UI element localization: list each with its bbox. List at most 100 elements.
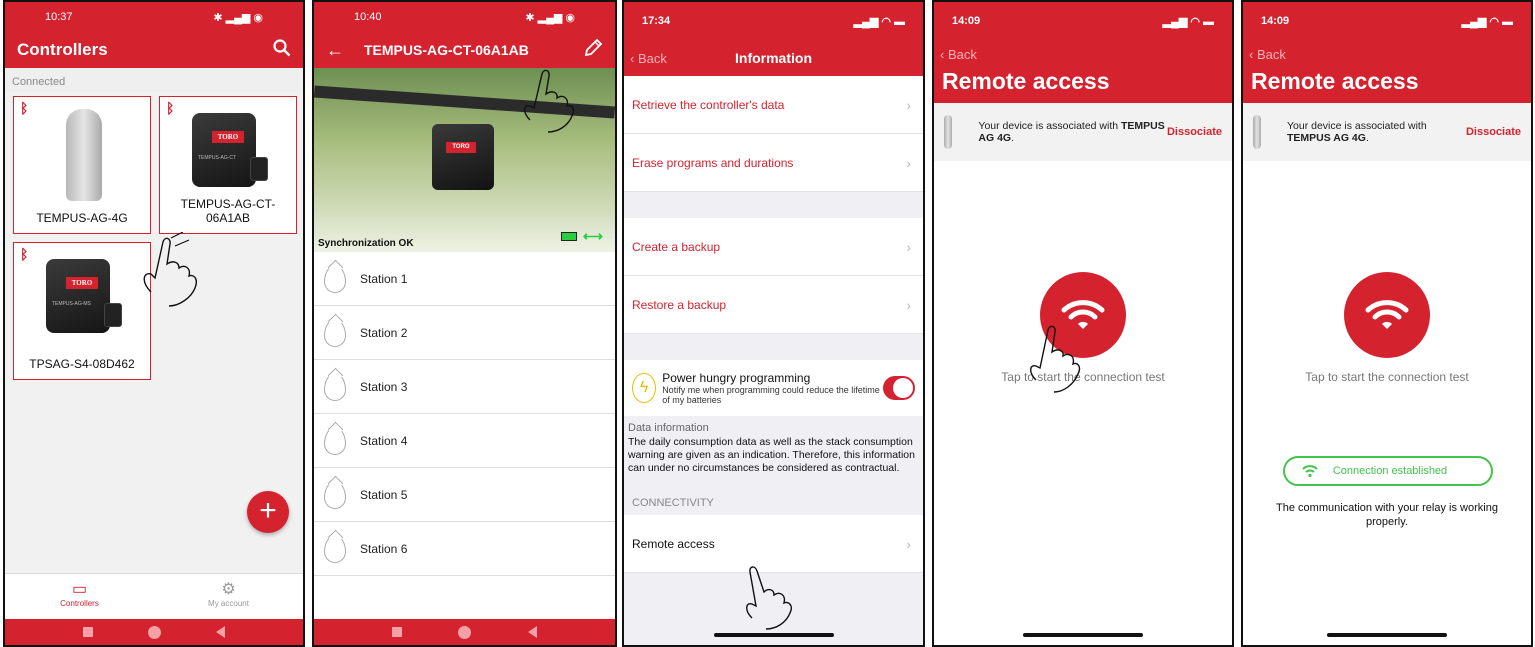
status-icons: ▂▄▆ ◠ ▬	[1461, 15, 1513, 28]
power-hungry-row: ϟ Power hungry programming Notify me whe…	[624, 360, 923, 416]
gear-icon: ⚙	[221, 581, 236, 598]
row-label: Erase programs and durations	[632, 155, 794, 170]
nav-bar: ‹ Back	[934, 40, 1232, 68]
tap-hint: Tap to start the connection test	[1305, 370, 1469, 384]
device-image: TORO	[432, 124, 494, 190]
page-title: Remote access	[1243, 68, 1531, 103]
controller-card[interactable]: ᛒ TORO TEMPUS-AG-MS TPSAG-S4-08D462	[13, 242, 151, 380]
drop-icon	[324, 264, 346, 293]
recents-button[interactable]	[392, 627, 403, 637]
row-label: Create a backup	[632, 239, 721, 254]
connection-test-button[interactable]	[1040, 272, 1126, 358]
status-bar: 10:40 ✱ ▂▄▆ ◉	[314, 2, 615, 32]
back-button[interactable]: ‹ Back	[1249, 47, 1286, 62]
drop-icon	[324, 426, 346, 455]
screen-controller-detail: 10:40 ✱ ▂▄▆ ◉ ← TEMPUS-AG-CT-06A1AB TORO…	[312, 0, 617, 647]
edit-pencil-icon[interactable]	[583, 38, 603, 63]
back-arrow-icon[interactable]: ←	[326, 40, 344, 61]
drop-icon	[324, 534, 346, 563]
app-bar: ← TEMPUS-AG-CT-06A1AB	[314, 32, 615, 68]
station-list: Station 1 Station 2 Station 3 Station 4 …	[314, 252, 615, 576]
power-title: Power hungry programming	[662, 371, 811, 385]
search-icon[interactable]	[273, 38, 291, 62]
create-backup-row[interactable]: Create a backup ›	[624, 218, 923, 276]
station-row[interactable]: Station 2	[314, 306, 615, 360]
add-controller-button[interactable]: +	[247, 491, 289, 533]
status-icons: ▂▄▆ ◠ ▬	[1162, 15, 1214, 28]
system-back-button[interactable]	[216, 626, 226, 638]
dissociate-button[interactable]: Dissociate	[1167, 126, 1222, 138]
drop-icon	[324, 372, 346, 401]
status-bar: 14:09 ▂▄▆ ◠ ▬	[934, 2, 1232, 40]
status-time: 10:37	[45, 11, 73, 23]
association-text: Your device is associated with TEMPUS AG…	[978, 120, 1165, 144]
connection-established-badge: Connection established	[1283, 456, 1493, 486]
back-label: Back	[637, 50, 667, 66]
remote-access-row[interactable]: Remote access ›	[624, 515, 923, 574]
retrieve-data-row[interactable]: Retrieve the controller's data ›	[624, 76, 923, 134]
dissociate-button[interactable]: Dissociate	[1466, 126, 1521, 138]
screen-remote-access: 14:09 ▂▄▆ ◠ ▬ ‹ Back Remote access Your …	[932, 0, 1234, 647]
bluetooth-icon: ᛒ	[20, 100, 29, 116]
home-button[interactable]	[458, 625, 472, 639]
tab-my-account[interactable]: ⚙ My account	[154, 574, 303, 619]
recents-button[interactable]	[82, 627, 93, 637]
station-row[interactable]: Station 6	[314, 522, 615, 576]
system-nav-bar	[5, 619, 303, 645]
system-nav-bar	[314, 619, 615, 645]
bluetooth-icon: ᛒ	[166, 100, 175, 116]
chevron-right-icon: ›	[906, 96, 911, 113]
status-bar: 17:34 ▂▄▆ ◠ ▬	[624, 2, 923, 40]
station-row[interactable]: Station 1	[314, 252, 615, 306]
row-label: Remote access	[632, 536, 715, 551]
connection-test-button[interactable]	[1344, 272, 1430, 358]
status-time: 14:09	[1261, 15, 1290, 27]
device-cap	[250, 157, 268, 181]
page-title: Controllers	[17, 40, 108, 59]
tab-controllers[interactable]: ▭ Controllers	[5, 574, 154, 619]
station-row[interactable]: Station 3	[314, 360, 615, 414]
device-model: TEMPUS-AG-CT	[198, 155, 237, 161]
controller-card[interactable]: ᛒ TEMPUS-AG-4G	[13, 96, 151, 234]
controller-icon: ▭	[71, 581, 88, 598]
station-row[interactable]: Station 5	[314, 468, 615, 522]
erase-programs-row[interactable]: Erase programs and durations ›	[624, 134, 923, 192]
back-button[interactable]: ‹ Back	[940, 47, 977, 62]
association-banner: Your device is associated with TEMPUS AG…	[1243, 103, 1531, 161]
back-button[interactable]: ‹ Back	[630, 51, 667, 66]
connection-status-label: Connection established	[1332, 465, 1448, 477]
status-time: 10:40	[354, 11, 382, 23]
device-model: TEMPUS-AG-MS	[52, 301, 91, 307]
home-button[interactable]	[147, 625, 161, 639]
association-banner: Your device is associated with TEMPUS AG…	[934, 103, 1232, 161]
tap-hint: Tap to start the connection test	[1001, 370, 1165, 384]
status-icons: ✱ ▂▄▆ ◉	[213, 11, 263, 24]
battery-icon	[561, 232, 577, 241]
status-bar: 14:09 ▂▄▆ ◠ ▬	[1243, 2, 1531, 40]
system-back-button[interactable]	[527, 626, 537, 638]
station-label: Station 6	[360, 541, 408, 556]
row-label: Retrieve the controller's data	[632, 97, 785, 112]
toro-logo: TORO	[446, 142, 476, 153]
association-prefix: Your device is associated with	[978, 120, 1122, 132]
controller-card[interactable]: ᛒ TORO TEMPUS-AG-CT TEMPUS-AG-CT-06A1AB	[159, 96, 297, 234]
screen-controllers: 10:37 ✱ ▂▄▆ ◉ Controllers Connected ᛒ TE…	[3, 0, 305, 647]
station-row[interactable]: Station 4	[314, 414, 615, 468]
toro-logo: TORO	[66, 277, 98, 289]
controller-photo: TORO	[314, 68, 615, 252]
sync-arrows-icon: ⟷	[582, 228, 603, 244]
bottom-navigation: ▭ Controllers ⚙ My account	[5, 573, 303, 619]
status-time: 17:34	[642, 15, 671, 27]
status-icons: ▂▄▆ ◠ ▬	[853, 15, 905, 28]
drip-pipe	[314, 85, 615, 119]
controller-name: TEMPUS-AG-4G	[36, 211, 128, 225]
nav-bar: ‹ Back Information	[624, 40, 923, 76]
restore-backup-row[interactable]: Restore a backup ›	[624, 276, 923, 334]
row-label: Restore a backup	[632, 297, 727, 312]
association-text: Your device is associated with TEMPUS AG…	[1286, 120, 1427, 144]
station-label: Station 2	[360, 325, 408, 340]
data-info-text: The daily consumption data as well as th…	[628, 436, 915, 475]
power-hungry-toggle[interactable]	[883, 376, 915, 400]
device-image	[944, 115, 953, 149]
